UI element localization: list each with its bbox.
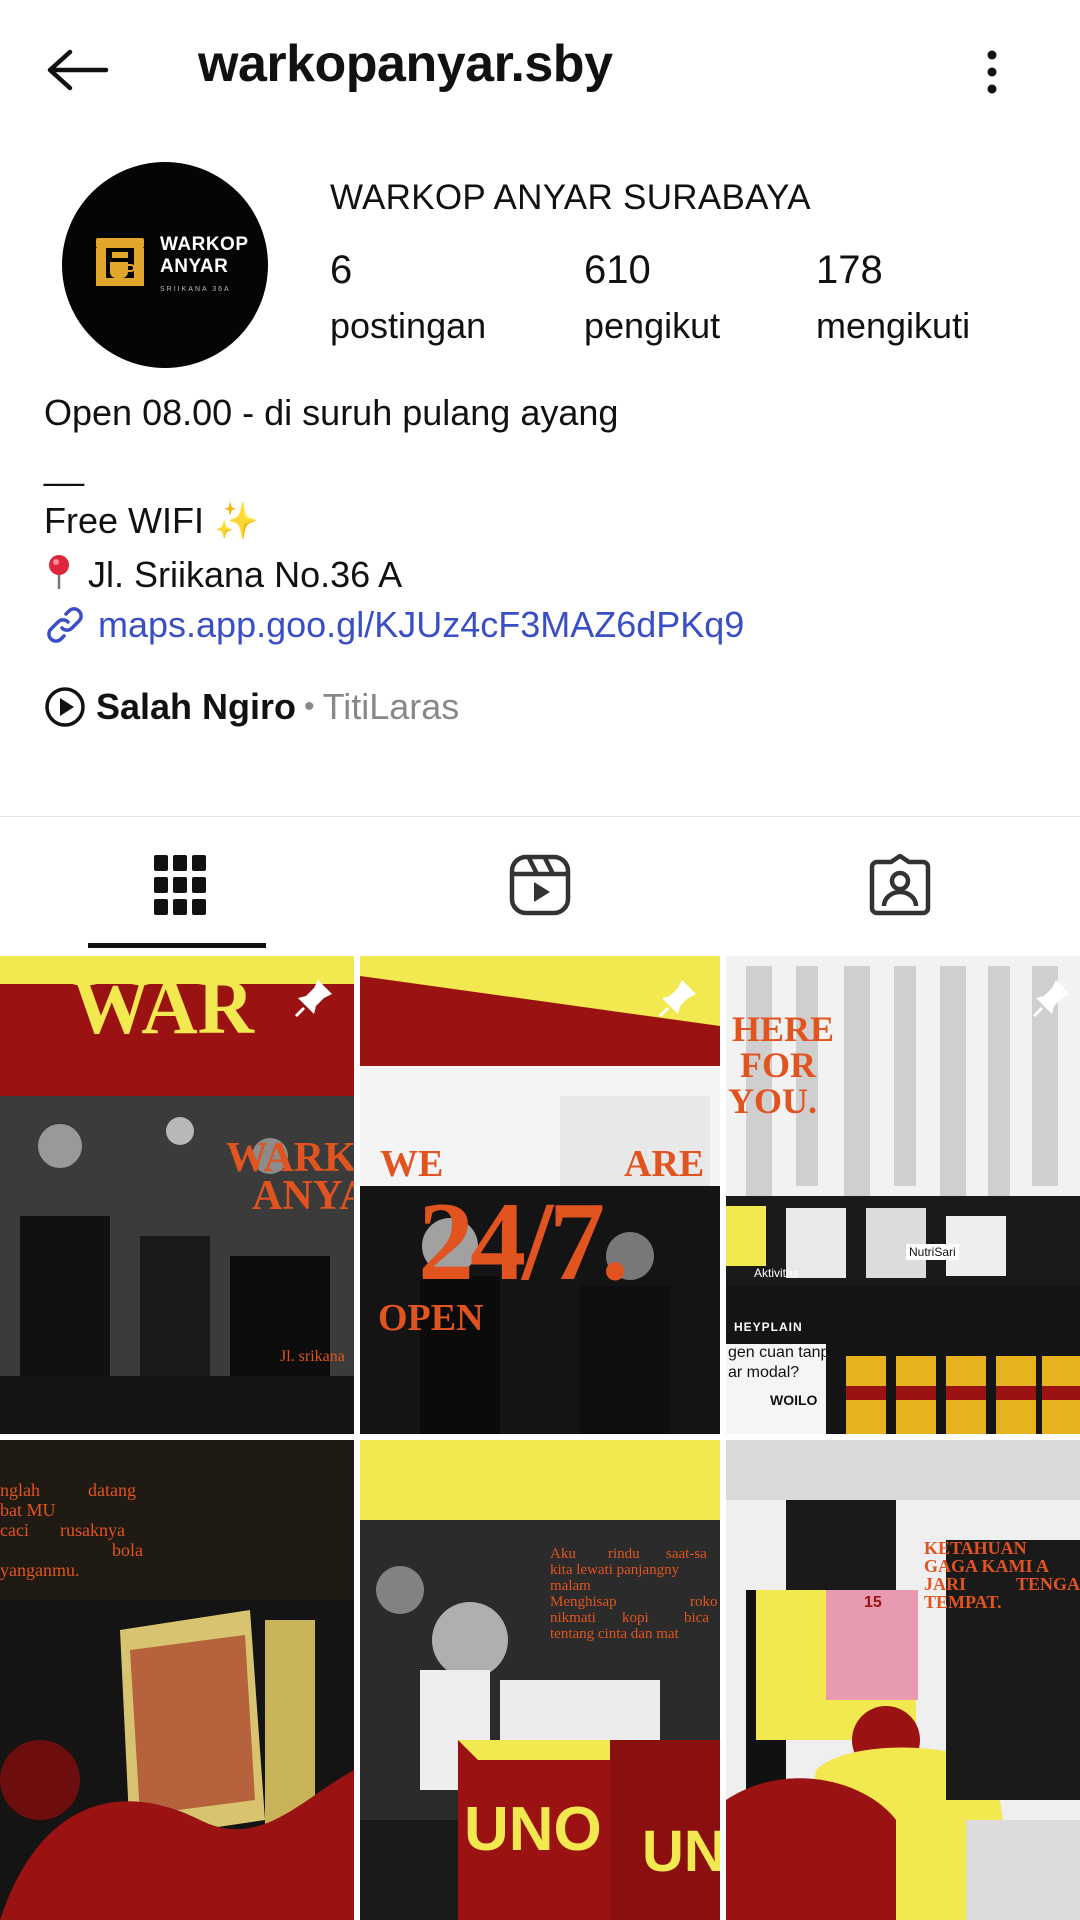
tab-tagged[interactable] <box>720 817 1080 953</box>
post-text: bica <box>684 1610 709 1626</box>
post-text: kopi <box>622 1610 649 1626</box>
post-text: rusaknya <box>60 1520 125 1540</box>
post-text: roko <box>690 1594 718 1610</box>
post-text: Aku <box>550 1546 576 1562</box>
top-bar: warkopanyar.sby <box>0 0 1080 140</box>
coffee-machine-icon <box>96 238 144 286</box>
more-vertical-icon <box>987 50 997 94</box>
profile-avatar[interactable]: WARKOP ANYAR SRIIKANA 36A <box>62 162 268 368</box>
stat-following-count: 178 <box>816 248 883 292</box>
post-text: Jl. srikana <box>280 1348 345 1365</box>
back-button[interactable] <box>36 36 120 104</box>
bio-link[interactable]: maps.app.goo.gl/KJUz4cF3MAZ6dPKq9 <box>44 604 744 646</box>
avatar-logo-subtext: SRIIKANA 36A <box>160 286 231 293</box>
post-text: YOU. <box>728 1081 817 1121</box>
bio-separator: __ <box>44 446 85 487</box>
post-text: rindu <box>608 1546 640 1562</box>
profile-username: warkopanyar.sby <box>198 35 613 93</box>
bio-address-text: Jl. Sriikana No.36 A <box>88 554 403 595</box>
avatar-logo-text: WARKOP <box>160 234 249 255</box>
stat-posts-label: postingan <box>330 305 487 346</box>
pinned-icon <box>1032 980 1070 1018</box>
bio-address: Jl. Sriikana No.36 A <box>44 553 402 596</box>
bio-wifi-text: Free WIFI <box>44 500 204 541</box>
bio-hours: Open 08.00 - di suruh pulang ayang <box>44 392 619 433</box>
play-circle-icon <box>45 687 85 727</box>
post-text: malam <box>550 1578 591 1594</box>
post-text: ar modal? <box>728 1364 800 1381</box>
post-text: ANYA <box>252 1173 354 1219</box>
post-text: caci <box>0 1520 29 1540</box>
avatar-logo-text: ANYAR <box>160 256 229 277</box>
stat-followers[interactable]: 610 pengikut <box>584 248 720 347</box>
post-text: Aktivitas <box>754 1266 799 1280</box>
stat-posts-count: 6 <box>330 248 353 292</box>
grid-icon <box>154 855 206 915</box>
bio-link-text: maps.app.goo.gl/KJUz4cF3MAZ6dPKq9 <box>98 604 745 645</box>
post-text: kita lewati panjangny <box>550 1562 680 1578</box>
post-text: WAR <box>72 963 255 1050</box>
post-text: nikmati <box>550 1610 596 1626</box>
stat-following-label: mengikuti <box>816 305 971 346</box>
post-tile[interactable]: HERE FOR YOU. NutriSari Aktivitas HEYPLA… <box>726 956 1080 1434</box>
post-text: gen cuan tanpa <box>728 1344 839 1361</box>
stat-following[interactable]: 178 mengikuti <box>816 248 970 347</box>
post-text: UN <box>642 1819 720 1884</box>
post-text: nglah <box>0 1480 40 1500</box>
music-separator: • <box>304 690 315 723</box>
active-tab-indicator <box>88 943 266 948</box>
post-text: Menghisap <box>550 1594 617 1610</box>
tab-reels[interactable] <box>360 817 720 953</box>
post-image <box>726 1440 1080 1920</box>
post-text: saat-sa <box>666 1546 707 1562</box>
stat-followers-label: pengikut <box>584 305 721 346</box>
pinned-icon <box>294 980 332 1018</box>
arrow-left-icon <box>47 49 109 91</box>
sparkles-icon: ✨ <box>214 500 259 541</box>
tagged-person-icon <box>869 854 931 916</box>
post-tile[interactable]: WE ARE 24/7. OPEN <box>360 956 720 1434</box>
post-text: bola <box>112 1540 143 1560</box>
post-text: HEYPLAIN <box>734 1320 803 1334</box>
pinned-icon <box>658 980 696 1018</box>
post-tile[interactable]: Aku rindu saat-sa kita lewati panjangny … <box>360 1440 720 1920</box>
post-text: UNO <box>464 1795 602 1864</box>
post-tile[interactable]: KETAHUAN GAGA KAMI A JARI TENGA TEMPAT. … <box>726 1440 1080 1920</box>
profile-display-name: WARKOP ANYAR SURABAYA <box>330 178 811 217</box>
post-text: datang <box>88 1480 136 1500</box>
post-text: TENGA <box>1016 1574 1080 1594</box>
post-text: yanganmu. <box>0 1560 80 1580</box>
post-tile[interactable]: WAR WARKO ANYA Jl. srikana <box>0 956 354 1434</box>
music-title: Salah Ngiro <box>96 686 297 727</box>
more-options-button[interactable] <box>962 36 1022 108</box>
post-tile[interactable]: nglah datang bat MU caci rusaknya bola y… <box>0 1440 354 1920</box>
post-text: NutriSari <box>906 1244 959 1260</box>
profile-music[interactable]: Salah Ngiro • TitiLaras <box>44 686 459 728</box>
post-text: tentang cinta dan mat <box>550 1626 679 1642</box>
post-text: 24/7. <box>418 1180 629 1304</box>
post-text: OPEN <box>378 1297 484 1339</box>
stat-followers-count: 610 <box>584 248 651 292</box>
reels-icon <box>509 854 571 916</box>
post-text: WOILO <box>770 1392 818 1408</box>
tab-posts-grid[interactable] <box>0 817 360 953</box>
post-text: 15 <box>864 1594 882 1611</box>
post-text: ARE <box>624 1143 705 1185</box>
post-text: bat MU <box>0 1500 56 1520</box>
bio-wifi: Free WIFI ✨ <box>44 500 259 542</box>
map-pin-icon <box>49 555 69 589</box>
post-text: TEMPAT. <box>924 1592 1002 1612</box>
stat-posts[interactable]: 6 postingan <box>330 248 486 347</box>
profile-tabs <box>0 817 1080 953</box>
link-icon <box>47 607 83 643</box>
music-artist: TitiLaras <box>322 686 460 727</box>
